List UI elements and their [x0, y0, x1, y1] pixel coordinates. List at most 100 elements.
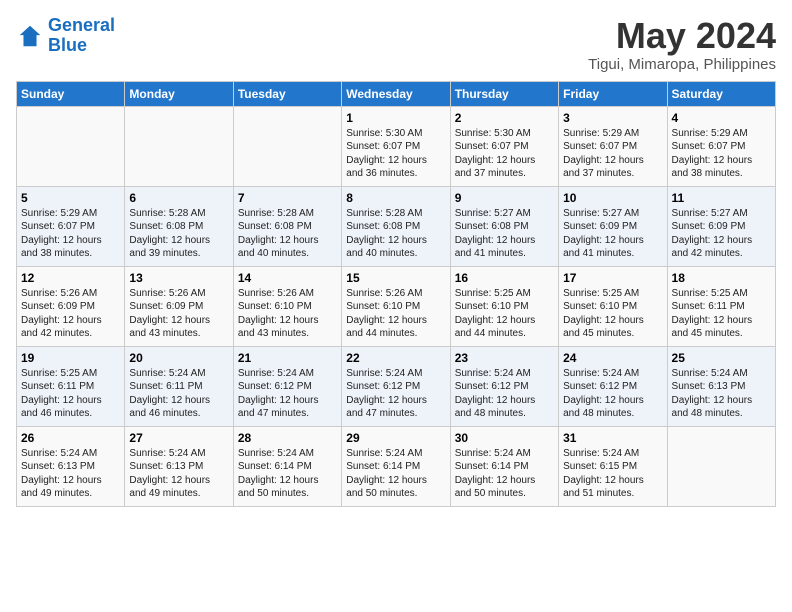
day-info: Sunrise: 5:30 AMSunset: 6:07 PMDaylight:… — [455, 127, 554, 181]
day-info: Sunrise: 5:27 AMSunset: 6:08 PMDaylight:… — [455, 207, 554, 261]
day-info: Sunrise: 5:24 AMSunset: 6:14 PMDaylight:… — [346, 447, 445, 501]
calendar-cell: 29 Sunrise: 5:24 AMSunset: 6:14 PMDayligh… — [342, 426, 450, 506]
day-info: Sunrise: 5:24 AMSunset: 6:11 PMDaylight:… — [129, 367, 228, 421]
calendar-cell: 18Sunrise: 5:25 AMSunset: 6:11 PMDayligh… — [667, 266, 775, 346]
calendar-cell: 15 Sunrise: 5:26 AMSunset: 6:10 PMDayligh… — [342, 266, 450, 346]
calendar-cell: 8 Sunrise: 5:28 AMSunset: 6:08 PMDaylight… — [342, 186, 450, 266]
day-info: Sunrise: 5:29 AMSunset: 6:07 PMDaylight:… — [672, 127, 771, 181]
day-info: Sunrise: 5:25 AMSunset: 6:11 PMDaylight:… — [21, 367, 120, 421]
day-info: Sunrise: 5:24 AMSunset: 6:13 PMDaylight:… — [129, 447, 228, 501]
calendar-cell: 20 Sunrise: 5:24 AMSunset: 6:11 PMDayligh… — [125, 346, 233, 426]
day-number: 10 — [563, 191, 662, 205]
calendar-week-3: 12 Sunrise: 5:26 AMSunset: 6:09 PMDayligh… — [17, 266, 776, 346]
calendar-cell: 22 Sunrise: 5:24 AMSunset: 6:12 PMDayligh… — [342, 346, 450, 426]
day-info: Sunrise: 5:26 AMSunset: 6:09 PMDaylight:… — [21, 287, 120, 341]
calendar-cell: 26 Sunrise: 5:24 AMSunset: 6:13 PMDayligh… — [17, 426, 125, 506]
day-number: 8 — [346, 191, 445, 205]
day-info: Sunrise: 5:29 AMSunset: 6:07 PMDaylight:… — [21, 207, 120, 261]
day-info: Sunrise: 5:28 AMSunset: 6:08 PMDaylight:… — [129, 207, 228, 261]
day-number: 5 — [21, 191, 120, 205]
day-number: 2 — [455, 111, 554, 125]
calendar-cell: 19 Sunrise: 5:25 AMSunset: 6:11 PMDayligh… — [17, 346, 125, 426]
col-header-wednesday: Wednesday — [342, 81, 450, 106]
day-info: Sunrise: 5:24 AMSunset: 6:13 PMDaylight:… — [672, 367, 771, 421]
day-info: Sunrise: 5:24 AMSunset: 6:13 PMDaylight:… — [21, 447, 120, 501]
col-header-sunday: Sunday — [17, 81, 125, 106]
page-header: General Blue May 2024 Tigui, Mimaropa, P… — [16, 16, 776, 73]
calendar-cell: 13 Sunrise: 5:26 AMSunset: 6:09 PMDayligh… — [125, 266, 233, 346]
calendar-cell: 4Sunrise: 5:29 AMSunset: 6:07 PMDaylight… — [667, 106, 775, 186]
col-header-friday: Friday — [559, 81, 667, 106]
calendar-week-4: 19 Sunrise: 5:25 AMSunset: 6:11 PMDayligh… — [17, 346, 776, 426]
day-number: 29 — [346, 431, 445, 445]
col-header-tuesday: Tuesday — [233, 81, 341, 106]
calendar-cell: 1Sunrise: 5:30 AMSunset: 6:07 PMDaylight… — [342, 106, 450, 186]
calendar-table: SundayMondayTuesdayWednesdayThursdayFrid… — [16, 81, 776, 507]
calendar-cell: 23Sunrise: 5:24 AMSunset: 6:12 PMDayligh… — [450, 346, 558, 426]
day-number: 1 — [346, 111, 445, 125]
logo-blue: Blue — [48, 35, 87, 55]
day-info: Sunrise: 5:26 AMSunset: 6:10 PMDaylight:… — [346, 287, 445, 341]
calendar-cell: 5 Sunrise: 5:29 AMSunset: 6:07 PMDaylight… — [17, 186, 125, 266]
day-number: 31 — [563, 431, 662, 445]
day-number: 22 — [346, 351, 445, 365]
calendar-cell: 2 Sunrise: 5:30 AMSunset: 6:07 PMDaylight… — [450, 106, 558, 186]
day-number: 3 — [563, 111, 662, 125]
day-number: 6 — [129, 191, 228, 205]
day-info: Sunrise: 5:24 AMSunset: 6:12 PMDaylight:… — [346, 367, 445, 421]
calendar-cell: 14Sunrise: 5:26 AMSunset: 6:10 PMDayligh… — [233, 266, 341, 346]
calendar-cell: 6 Sunrise: 5:28 AMSunset: 6:08 PMDaylight… — [125, 186, 233, 266]
calendar-cell: 28Sunrise: 5:24 AMSunset: 6:14 PMDayligh… — [233, 426, 341, 506]
calendar-week-1: 1 Sunrise: 5:30 AMSunset: 6:07 PMDaylight… — [17, 106, 776, 186]
day-number: 14 — [238, 271, 337, 285]
day-number: 20 — [129, 351, 228, 365]
day-info: Sunrise: 5:25 AMSunset: 6:11 PMDaylight:… — [672, 287, 771, 341]
calendar-cell: 9 Sunrise: 5:27 AMSunset: 6:08 PMDaylight… — [450, 186, 558, 266]
day-number: 21 — [238, 351, 337, 365]
logo-general: General — [48, 15, 115, 35]
calendar-cell: 7 Sunrise: 5:28 AMSunset: 6:08 PMDaylight… — [233, 186, 341, 266]
day-info: Sunrise: 5:28 AMSunset: 6:08 PMDaylight:… — [346, 207, 445, 261]
day-info: Sunrise: 5:26 AMSunset: 6:09 PMDaylight:… — [129, 287, 228, 341]
day-info: Sunrise: 5:24 AMSunset: 6:14 PMDaylight:… — [455, 447, 554, 501]
day-number: 25 — [672, 351, 771, 365]
col-header-monday: Monday — [125, 81, 233, 106]
calendar-cell: 16Sunrise: 5:25 AMSunset: 6:10 PMDayligh… — [450, 266, 558, 346]
day-number: 19 — [21, 351, 120, 365]
day-info: Sunrise: 5:28 AMSunset: 6:08 PMDaylight:… — [238, 207, 337, 261]
calendar-cell: 25 Sunrise: 5:24 AMSunset: 6:13 PMDayligh… — [667, 346, 775, 426]
subtitle: Tigui, Mimaropa, Philippines — [588, 56, 776, 73]
day-info: Sunrise: 5:29 AMSunset: 6:07 PMDaylight:… — [563, 127, 662, 181]
day-info: Sunrise: 5:25 AMSunset: 6:10 PMDaylight:… — [563, 287, 662, 341]
day-info: Sunrise: 5:24 AMSunset: 6:15 PMDaylight:… — [563, 447, 662, 501]
day-info: Sunrise: 5:24 AMSunset: 6:14 PMDaylight:… — [238, 447, 337, 501]
calendar-cell — [233, 106, 341, 186]
calendar-cell: 31 Sunrise: 5:24 AMSunset: 6:15 PMDayligh… — [559, 426, 667, 506]
calendar-cell: 11 Sunrise: 5:27 AMSunset: 6:09 PMDayligh… — [667, 186, 775, 266]
day-info: Sunrise: 5:24 AMSunset: 6:12 PMDaylight:… — [563, 367, 662, 421]
logo-icon — [16, 22, 44, 50]
day-number: 13 — [129, 271, 228, 285]
day-number: 24 — [563, 351, 662, 365]
calendar-cell — [667, 426, 775, 506]
day-number: 17 — [563, 271, 662, 285]
day-number: 12 — [21, 271, 120, 285]
day-number: 15 — [346, 271, 445, 285]
title-area: May 2024 Tigui, Mimaropa, Philippines — [588, 16, 776, 73]
day-info: Sunrise: 5:25 AMSunset: 6:10 PMDaylight:… — [455, 287, 554, 341]
day-number: 7 — [238, 191, 337, 205]
day-number: 11 — [672, 191, 771, 205]
logo: General Blue — [16, 16, 115, 56]
calendar-cell: 21 Sunrise: 5:24 AMSunset: 6:12 PMDayligh… — [233, 346, 341, 426]
day-number: 27 — [129, 431, 228, 445]
calendar-week-2: 5 Sunrise: 5:29 AMSunset: 6:07 PMDaylight… — [17, 186, 776, 266]
day-number: 9 — [455, 191, 554, 205]
day-info: Sunrise: 5:24 AMSunset: 6:12 PMDaylight:… — [238, 367, 337, 421]
day-number: 26 — [21, 431, 120, 445]
logo-text: General Blue — [48, 16, 115, 56]
calendar-cell — [17, 106, 125, 186]
day-info: Sunrise: 5:27 AMSunset: 6:09 PMDaylight:… — [672, 207, 771, 261]
main-title: May 2024 — [588, 16, 776, 56]
calendar-cell: 3 Sunrise: 5:29 AMSunset: 6:07 PMDaylight… — [559, 106, 667, 186]
day-info: Sunrise: 5:24 AMSunset: 6:12 PMDaylight:… — [455, 367, 554, 421]
